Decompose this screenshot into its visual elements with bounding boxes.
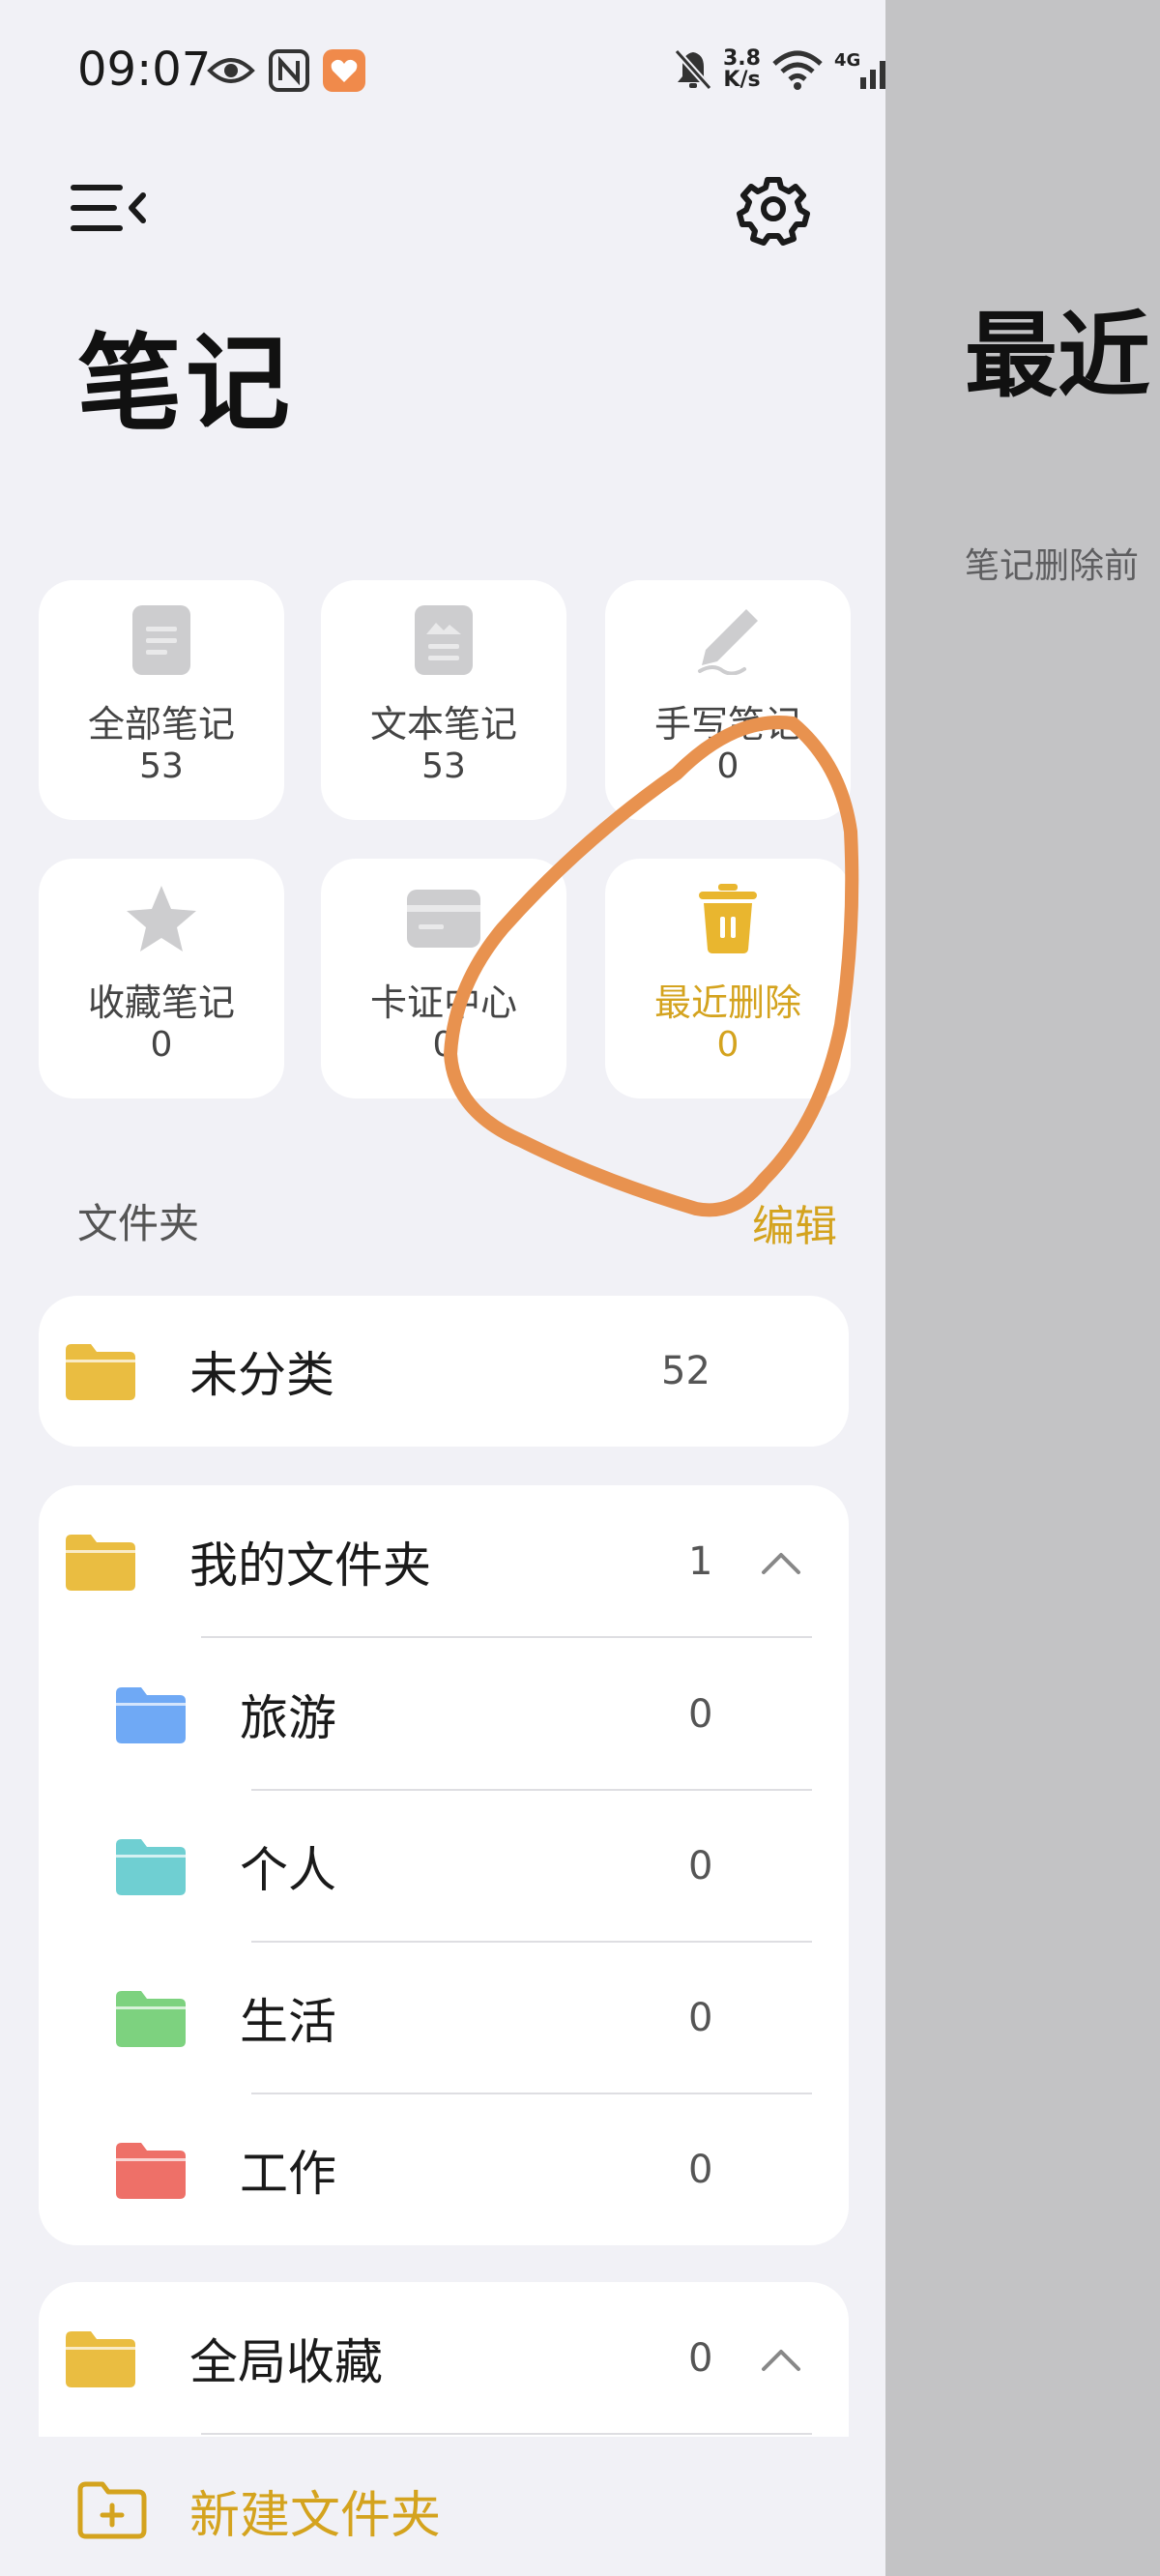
folder-row-travel[interactable]: 旅游 0 xyxy=(39,1638,849,1791)
folder-count: 0 xyxy=(688,1844,713,1888)
page-title: 笔记 xyxy=(77,324,295,445)
folder-row-life[interactable]: 生活 0 xyxy=(39,1942,849,2094)
folder-label: 全局收藏 xyxy=(189,2334,383,2390)
folder-icon xyxy=(116,1991,186,2047)
background-page-subtitle: 笔记删除前 xyxy=(965,546,1140,586)
status-bar: 09:07 3.8 K/s 4G xyxy=(0,0,885,135)
category-count: 0 xyxy=(150,1025,173,1065)
image-note-icon xyxy=(415,605,473,675)
category-count: 53 xyxy=(421,746,466,786)
notes-drawer: 09:07 3.8 K/s 4G 笔记 全部笔记 53 文本笔记 53 手写笔记… xyxy=(0,0,885,2576)
folder-label: 生活 xyxy=(240,1994,336,2050)
folder-count: 0 xyxy=(688,2148,713,2192)
folder-label: 旅游 xyxy=(240,1690,336,1746)
mute-icon xyxy=(674,48,712,91)
uncategorized-group: 未分类 52 xyxy=(39,1296,849,1447)
wifi-icon xyxy=(772,50,823,90)
folder-count: 0 xyxy=(688,1692,713,1737)
folder-icon xyxy=(66,1535,135,1591)
category-recently-deleted[interactable]: 最近删除 0 xyxy=(605,859,851,1098)
category-label: 文本笔记 xyxy=(369,703,517,746)
folders-section-title: 文件夹 xyxy=(77,1200,200,1247)
category-favorite-notes[interactable]: 收藏笔记 0 xyxy=(39,859,284,1098)
folder-count: 52 xyxy=(661,1349,710,1393)
folder-row-uncategorized[interactable]: 未分类 52 xyxy=(39,1296,849,1447)
divider xyxy=(201,2433,812,2435)
category-all-notes[interactable]: 全部笔记 53 xyxy=(39,580,284,820)
category-count: 0 xyxy=(716,1025,740,1065)
add-folder-icon xyxy=(77,2481,147,2539)
category-count: 0 xyxy=(716,746,740,786)
trash-icon xyxy=(699,884,757,953)
folder-count: 0 xyxy=(688,2336,713,2381)
category-count: 0 xyxy=(432,1025,455,1065)
background-recent-deleted-pane[interactable]: 最近 笔记删除前 xyxy=(885,0,1160,2576)
signal-label-1: 4G xyxy=(833,50,861,71)
folder-icon xyxy=(66,2331,135,2387)
collapse-menu-icon xyxy=(71,185,146,231)
folder-row-work[interactable]: 工作 0 xyxy=(39,2093,849,2245)
folder-icon xyxy=(116,1687,186,1743)
category-label: 卡证中心 xyxy=(369,981,517,1024)
signal-icon xyxy=(860,61,885,89)
network-speed: 3.8 K/s xyxy=(723,46,761,92)
pen-icon xyxy=(698,609,758,675)
category-count: 53 xyxy=(139,746,184,786)
new-folder-label: 新建文件夹 xyxy=(189,2486,442,2545)
folder-count: 1 xyxy=(688,1539,713,1584)
category-label: 最近删除 xyxy=(653,981,801,1024)
folder-count: 0 xyxy=(688,1996,713,2040)
folder-row-personal[interactable]: 个人 0 xyxy=(39,1790,849,1943)
my-folders-group: 我的文件夹 1 旅游 0 个人 0 生活 0 工作 0 xyxy=(39,1485,849,2245)
chevron-up-icon[interactable] xyxy=(760,2344,802,2373)
edit-folders-button[interactable]: 编辑 xyxy=(752,1191,837,1253)
category-label: 手写笔记 xyxy=(653,703,801,746)
folder-label: 工作 xyxy=(240,2146,336,2202)
folder-label: 我的文件夹 xyxy=(189,1537,431,1594)
status-time: 09:07 xyxy=(77,43,212,97)
note-icon xyxy=(132,605,190,675)
category-handwritten-notes[interactable]: 手写笔记 0 xyxy=(605,580,851,820)
category-label: 全部笔记 xyxy=(87,703,235,746)
background-page-title: 最近 xyxy=(965,302,1150,410)
folder-row-global-favorites[interactable]: 全局收藏 0 xyxy=(39,2282,849,2435)
folder-icon xyxy=(116,2143,186,2199)
nfc-icon xyxy=(269,49,309,92)
eye-icon xyxy=(207,58,255,83)
category-label: 收藏笔记 xyxy=(87,981,235,1024)
folder-label: 个人 xyxy=(240,1842,336,1898)
gear-icon xyxy=(737,177,810,246)
star-icon xyxy=(127,886,196,951)
new-folder-button[interactable]: 新建文件夹 xyxy=(77,2472,441,2549)
chevron-up-icon[interactable] xyxy=(760,1547,802,1576)
folder-icon xyxy=(66,1344,135,1400)
folder-label: 未分类 xyxy=(189,1347,334,1403)
category-card-center[interactable]: 卡证中心 0 xyxy=(321,859,566,1098)
health-app-icon xyxy=(323,49,365,92)
folder-row-my-folders[interactable]: 我的文件夹 1 xyxy=(39,1485,849,1638)
collapse-menu-button[interactable] xyxy=(70,174,157,242)
card-icon xyxy=(407,890,480,948)
settings-button[interactable] xyxy=(735,170,812,248)
folder-icon xyxy=(116,1839,186,1895)
bottom-bar: 新建文件夹 xyxy=(0,2437,885,2576)
category-text-notes[interactable]: 文本笔记 53 xyxy=(321,580,566,820)
